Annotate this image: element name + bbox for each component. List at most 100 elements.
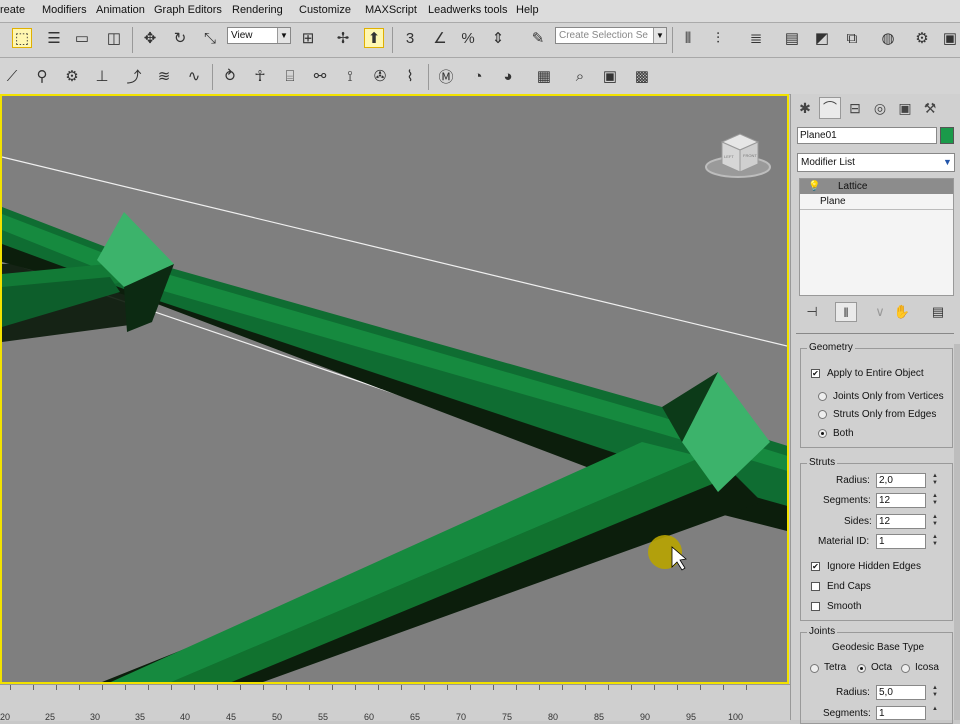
- icosa-radio[interactable]: [901, 664, 910, 673]
- panel-scrollbar[interactable]: [954, 344, 960, 720]
- wrench-tool-icon[interactable]: ⟋: [2, 66, 22, 86]
- ignore-hidden-checkbox[interactable]: ✔: [811, 562, 820, 571]
- display-tab-icon[interactable]: ▣: [894, 97, 916, 119]
- bone-icon[interactable]: ⚯: [310, 66, 330, 86]
- viewcube-icon: LEFT FRONT: [705, 133, 771, 178]
- search-icon[interactable]: ⌕: [570, 66, 590, 86]
- octa-radio[interactable]: [857, 664, 866, 673]
- material-tag-icon[interactable]: Ⓜ: [436, 66, 456, 86]
- ripple-tool-icon[interactable]: ≋: [154, 66, 174, 86]
- script-editor-icon[interactable]: ▦: [534, 66, 554, 86]
- film-strip-icon[interactable]: ▩: [632, 66, 652, 86]
- paint-tool-icon[interactable]: ⚲: [32, 66, 52, 86]
- menu-help[interactable]: Help: [516, 4, 539, 16]
- hierarchy-tab-icon[interactable]: ⊟: [844, 97, 866, 119]
- radius-field[interactable]: 2,0: [876, 473, 926, 488]
- wave-tool-icon[interactable]: ∿: [184, 66, 204, 86]
- ruler-label: 60: [364, 712, 375, 722]
- configure-modifier-sets-icon[interactable]: ▤: [927, 302, 949, 322]
- spinner-snap-icon[interactable]: ⇕: [488, 28, 508, 48]
- apply-entire-checkbox[interactable]: ✔: [811, 369, 820, 378]
- rotate-icon[interactable]: ↻: [170, 28, 190, 48]
- struts-only-radio[interactable]: [818, 410, 827, 419]
- layer-manager-icon[interactable]: ≣: [746, 28, 766, 48]
- sides-spinner-icon[interactable]: ▲ ▼: [930, 514, 940, 529]
- render-setup-icon[interactable]: ⚙: [912, 28, 932, 48]
- menu-animation[interactable]: Animation: [96, 4, 145, 16]
- menu-leadwerks-tools[interactable]: Leadwerks tools: [428, 4, 508, 16]
- time-ruler[interactable]: 20 25 30 35 40 45 50 55 60 65 70 75 80 8…: [0, 684, 790, 722]
- edit-named-selection-icon[interactable]: ✎: [528, 28, 548, 48]
- named-selection-dropdown[interactable]: Create Selection Se ▼: [555, 27, 667, 44]
- reference-coord-dropdown[interactable]: View ▼: [227, 27, 291, 44]
- object-name-field[interactable]: Plane01: [797, 127, 937, 144]
- twist-tool-icon[interactable]: ⥁: [220, 66, 240, 86]
- show-end-result-icon[interactable]: ‖: [835, 302, 857, 322]
- render-camera-icon[interactable]: ▣: [600, 66, 620, 86]
- keyboard-shortcut-icon[interactable]: ⬆: [364, 28, 384, 48]
- joints-only-radio[interactable]: [818, 392, 827, 401]
- utilities-tab-icon[interactable]: ⚒: [919, 97, 941, 119]
- joint-radius-field[interactable]: 5,0: [876, 685, 926, 700]
- cylinder-icon[interactable]: ⌸: [280, 66, 300, 86]
- menu-customize[interactable]: Customize: [299, 4, 351, 16]
- angle-snap-icon[interactable]: ∠: [430, 28, 450, 48]
- move-icon[interactable]: ✥: [140, 28, 160, 48]
- select-object-icon[interactable]: ⬚: [12, 28, 32, 48]
- window-crossing-icon[interactable]: ◫: [104, 28, 124, 48]
- motion-tab-icon[interactable]: ◎: [869, 97, 891, 119]
- sides-field[interactable]: 12: [876, 514, 926, 529]
- snaps-toggle-icon[interactable]: 3: [400, 28, 420, 48]
- joint-radius-spinner-icon[interactable]: ▲ ▼: [930, 685, 940, 700]
- menu-maxscript[interactable]: MAXScript: [365, 4, 417, 16]
- radius-spinner-icon[interactable]: ▲ ▼: [930, 473, 940, 488]
- remove-modifier-icon[interactable]: ✋: [891, 302, 913, 322]
- percent-snap-icon[interactable]: %: [458, 28, 478, 48]
- region-select-icon[interactable]: ▭: [72, 28, 92, 48]
- stack-item-lattice[interactable]: 💡 Lattice: [800, 179, 953, 194]
- modifier-list-dropdown[interactable]: Modifier List ▼: [797, 153, 955, 172]
- stack-item-plane[interactable]: Plane: [800, 194, 953, 210]
- joint-segments-spinner-icon[interactable]: ▲: [930, 706, 940, 720]
- select-and-manipulate-icon[interactable]: ✢: [333, 28, 353, 48]
- material-map-icon[interactable]: ◔: [468, 66, 488, 86]
- segments-field[interactable]: 12: [876, 493, 926, 508]
- both-radio[interactable]: [818, 429, 827, 438]
- object-color-swatch[interactable]: [940, 127, 954, 144]
- create-tab-icon[interactable]: ✱: [794, 97, 816, 119]
- modify-tab-icon[interactable]: ⌒: [819, 97, 841, 119]
- graphite-tools-icon[interactable]: ▤: [782, 28, 802, 48]
- wheel-icon[interactable]: ✇: [370, 66, 390, 86]
- end-caps-checkbox[interactable]: [811, 582, 820, 591]
- material-map-disabled-icon[interactable]: ◕: [498, 66, 518, 86]
- menu-rendering[interactable]: Rendering: [232, 4, 283, 16]
- biped-icon[interactable]: ☥: [250, 66, 270, 86]
- menu-modifiers[interactable]: Modifiers: [42, 4, 87, 16]
- material-id-spinner-icon[interactable]: ▲ ▼: [930, 534, 940, 549]
- gear-icon[interactable]: ⚙: [62, 66, 82, 86]
- select-by-name-icon[interactable]: ☰: [44, 28, 64, 48]
- make-unique-icon[interactable]: ∨: [869, 302, 891, 322]
- material-editor-icon[interactable]: ◍: [878, 28, 898, 48]
- dimension-tool-icon[interactable]: ⊥: [92, 66, 112, 86]
- spring-icon[interactable]: ⌇: [400, 66, 420, 86]
- joint-segments-field[interactable]: 1: [876, 706, 926, 720]
- segments-spinner-icon[interactable]: ▲ ▼: [930, 493, 940, 508]
- menu-create[interactable]: reate: [0, 4, 25, 16]
- perspective-viewport[interactable]: LEFT FRONT: [0, 94, 789, 684]
- ik-chain-icon[interactable]: ⟟: [340, 66, 360, 86]
- pin-stack-icon[interactable]: ⊣: [801, 302, 823, 322]
- pivot-icon[interactable]: ⊞: [298, 28, 318, 48]
- schematic-view-icon[interactable]: ⧉: [842, 28, 862, 48]
- bend-tool-icon[interactable]: ⤴: [124, 66, 144, 86]
- scale-icon[interactable]: ⤡: [200, 28, 220, 48]
- menu-graph-editors[interactable]: Graph Editors: [154, 4, 222, 16]
- lightbulb-icon[interactable]: 💡: [808, 179, 820, 194]
- smooth-checkbox[interactable]: [811, 602, 820, 611]
- align-icon[interactable]: ⫶: [708, 28, 728, 48]
- render-frame-icon[interactable]: ▣: [940, 28, 960, 48]
- material-id-field[interactable]: 1: [876, 534, 926, 549]
- curve-editor-icon[interactable]: ◩: [812, 28, 832, 48]
- mirror-icon[interactable]: ⫴: [678, 28, 698, 48]
- tetra-radio[interactable]: [810, 664, 819, 673]
